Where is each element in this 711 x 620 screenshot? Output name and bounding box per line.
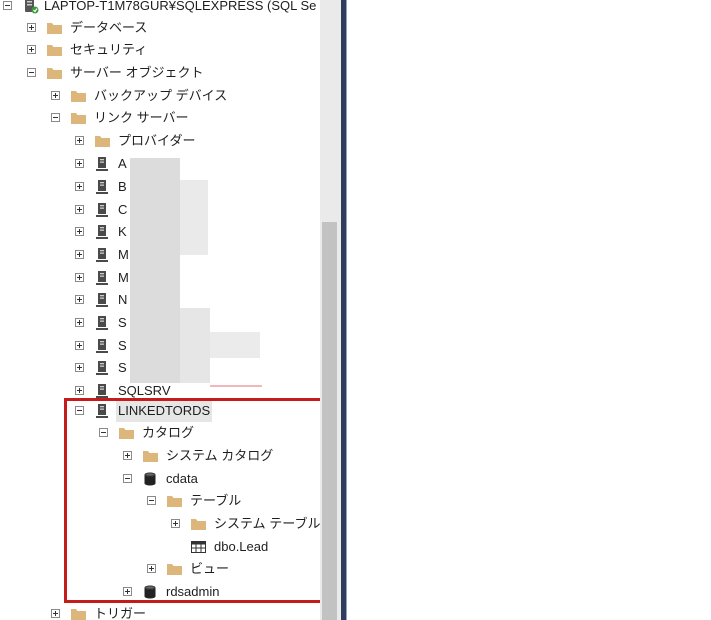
- scrollbar-thumb[interactable]: [322, 222, 337, 620]
- linked-server-icon: [96, 293, 108, 307]
- linked-server-label: C: [118, 202, 128, 217]
- linked-server-icon: [96, 248, 108, 262]
- triggers-label: トリガー: [94, 606, 147, 620]
- document-pane: [347, 0, 711, 620]
- expand-icon[interactable]: [75, 318, 84, 327]
- backup-devices-label: バックアップ デバイス: [94, 88, 228, 103]
- expand-icon[interactable]: [75, 205, 84, 214]
- expand-icon[interactable]: [75, 136, 84, 145]
- expand-icon[interactable]: [75, 273, 84, 282]
- linked-server-label: S: [118, 360, 127, 375]
- linked-server-icon: [96, 271, 108, 285]
- folder-icon: [47, 23, 62, 34]
- linked-server-icon: [96, 157, 108, 171]
- linked-server-label: B: [118, 179, 127, 194]
- folder-icon: [47, 45, 62, 56]
- expand-icon[interactable]: [75, 159, 84, 168]
- collapse-icon[interactable]: [51, 113, 60, 122]
- redaction-mark: [210, 385, 262, 387]
- linked-servers-label: リンク サーバー: [94, 110, 189, 125]
- collapse-icon[interactable]: [3, 1, 12, 10]
- server-icon: [25, 0, 39, 14]
- providers-label: プロバイダー: [118, 133, 196, 148]
- expand-icon[interactable]: [51, 91, 60, 100]
- linked-server-icon: [96, 316, 108, 330]
- redaction-blur: [210, 332, 260, 358]
- linked-server-label: M: [118, 270, 129, 285]
- redaction-blur: [180, 308, 210, 383]
- expand-icon[interactable]: [27, 45, 36, 54]
- expand-icon[interactable]: [75, 182, 84, 191]
- databases-label: データベース: [70, 20, 148, 35]
- folder-icon: [95, 136, 110, 147]
- linked-server-label: S: [118, 315, 127, 330]
- linked-server-label: K: [118, 224, 127, 239]
- expand-icon[interactable]: [75, 386, 84, 395]
- expand-icon[interactable]: [75, 341, 84, 350]
- linked-server-icon: [96, 180, 108, 194]
- folder-icon: [47, 68, 62, 79]
- redaction-blur: [130, 158, 180, 383]
- security-label: セキュリティ: [70, 42, 148, 57]
- expand-icon[interactable]: [75, 227, 84, 236]
- linked-server-icon: [96, 361, 108, 375]
- expand-icon[interactable]: [75, 250, 84, 259]
- redaction-blur: [180, 180, 208, 255]
- folder-icon: [71, 91, 86, 102]
- linked-server-icon: [96, 225, 108, 239]
- linked-server-icon: [96, 384, 108, 398]
- linked-server-label: S: [118, 338, 127, 353]
- collapse-icon[interactable]: [27, 68, 36, 77]
- server-objects-label: サーバー オブジェクト: [70, 65, 204, 80]
- folder-icon: [71, 609, 86, 620]
- linked-server-icon: [96, 203, 108, 217]
- server-label: LAPTOP-T1M78GUR¥SQLEXPRESS (SQL Se: [44, 0, 317, 13]
- highlight-box: [64, 398, 359, 603]
- expand-icon[interactable]: [75, 363, 84, 372]
- expand-icon[interactable]: [51, 609, 60, 618]
- linked-server-label: A: [118, 156, 127, 171]
- linked-server-label: N: [118, 292, 128, 307]
- linked-server-label: M: [118, 247, 129, 262]
- folder-icon: [71, 113, 86, 124]
- expand-icon[interactable]: [75, 295, 84, 304]
- linked-server-icon: [96, 339, 108, 353]
- expand-icon[interactable]: [27, 23, 36, 32]
